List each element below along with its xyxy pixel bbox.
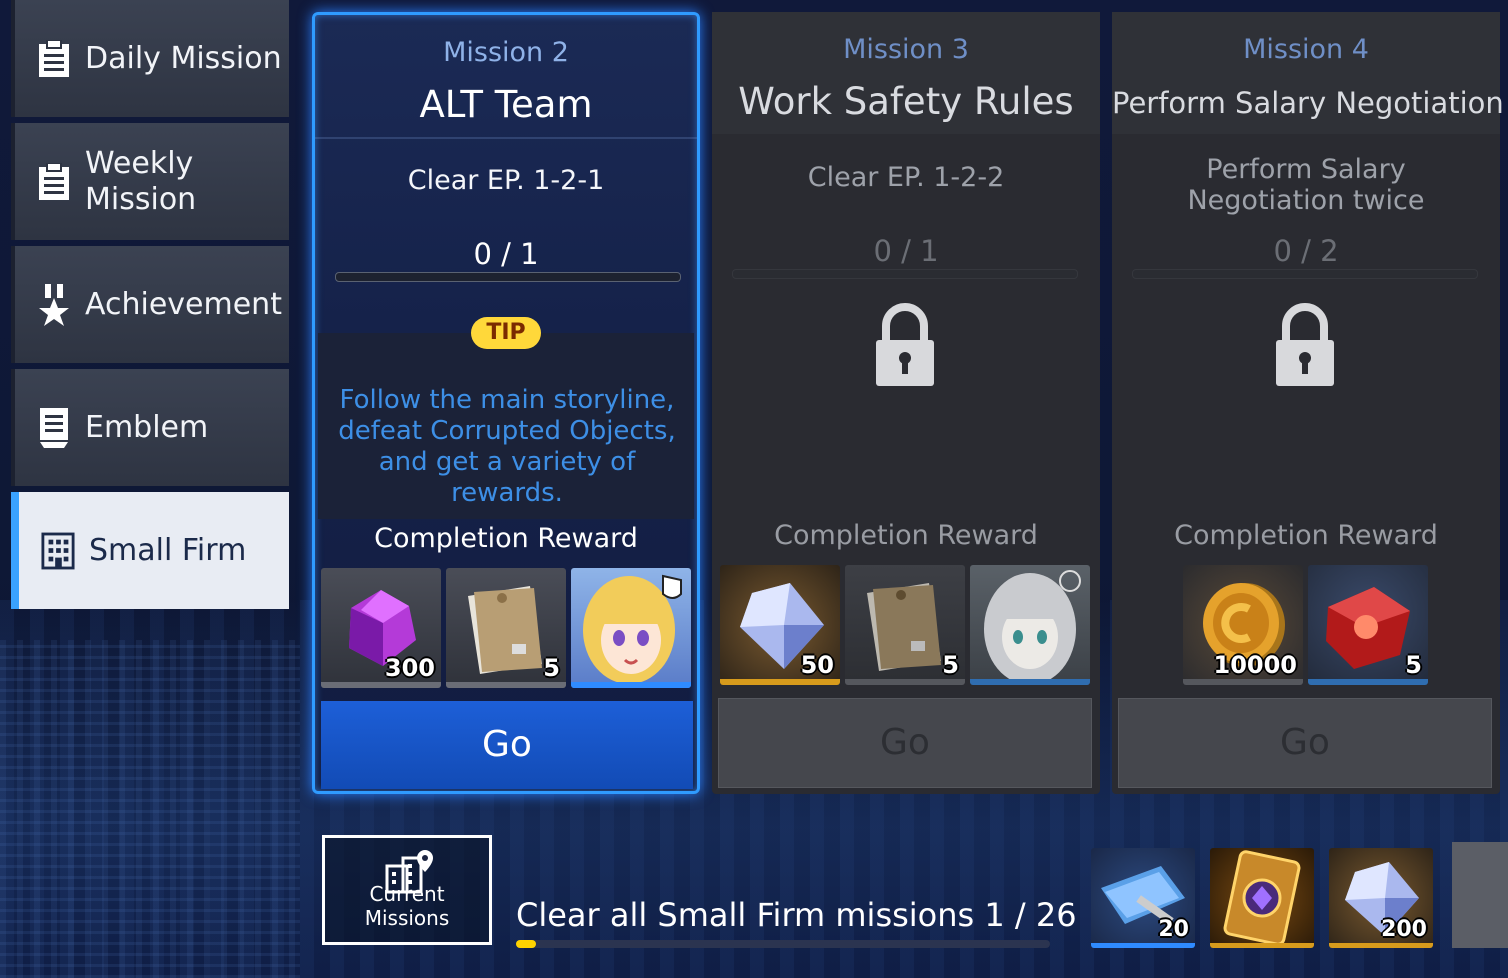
reward-quantity: 5 xyxy=(942,651,959,679)
mission-header: Mission 4 Perform Salary Negotiation xyxy=(1112,12,1504,134)
completion-reward-title: Completion Reward xyxy=(1174,520,1438,551)
reward-quantity: 5 xyxy=(543,654,560,682)
reward-item[interactable] xyxy=(970,565,1090,685)
emblem-icon xyxy=(37,407,71,448)
sidebar-item-label: Achievement xyxy=(85,286,282,322)
rarity-edge xyxy=(970,679,1090,685)
rarity-edge xyxy=(446,682,566,688)
progress-bar xyxy=(732,269,1078,279)
mission-progress: 0 / 1 xyxy=(473,237,539,271)
reward-item[interactable]: 5 xyxy=(446,568,566,688)
mission-progress: 0 / 2 xyxy=(1273,234,1339,268)
mission-progress: 0 / 1 xyxy=(873,234,939,268)
go-button[interactable]: Go xyxy=(1118,698,1492,788)
go-button[interactable]: Go xyxy=(718,698,1092,788)
rarity-edge xyxy=(1210,943,1314,948)
final-reward-item[interactable]: 200 xyxy=(1329,848,1433,948)
character-portrait-silver xyxy=(984,570,1081,685)
reward-quantity: 10000 xyxy=(1213,651,1298,679)
reward-quantity: 20 xyxy=(1158,917,1189,942)
reward-quantity: 300 xyxy=(384,654,435,682)
mission-header: Mission 2 ALT Team xyxy=(315,15,697,137)
building-icon xyxy=(41,531,75,571)
sidebar-item-label: Emblem xyxy=(85,409,209,445)
completion-reward-title: Completion Reward xyxy=(774,520,1038,551)
clear-all-progress-text: Clear all Small Firm missions 1 / 26 xyxy=(516,896,1077,934)
reward-quantity: 5 xyxy=(1405,651,1422,679)
mission-title: Perform Salary Negotiation xyxy=(1112,86,1504,120)
mission-goal: Clear EP. 1-2-1 xyxy=(407,165,605,196)
sidebar-item-label: Weekly Mission xyxy=(85,145,197,217)
tip-badge: TIP xyxy=(471,317,541,349)
lock-icon xyxy=(874,302,936,390)
divider xyxy=(315,137,697,139)
rarity-edge xyxy=(1308,679,1428,685)
final-reward-item[interactable] xyxy=(1210,848,1314,948)
reward-item[interactable]: 5 xyxy=(845,565,965,685)
rarity-edge xyxy=(321,682,441,688)
sidebar-item-label: Small Firm xyxy=(89,532,247,568)
mission-number: Mission 3 xyxy=(843,34,969,65)
reward-item[interactable]: 50 xyxy=(720,565,840,685)
completion-reward-title: Completion Reward xyxy=(374,523,638,554)
progress-bar xyxy=(335,272,681,282)
reward-item[interactable]: 10000 xyxy=(1183,565,1303,685)
final-reward-item[interactable]: 20 xyxy=(1091,848,1195,948)
sidebar-item-achievement[interactable]: Achievement xyxy=(11,246,289,363)
go-button[interactable]: Go xyxy=(321,701,693,789)
current-missions-label: Current Missions xyxy=(364,882,450,930)
mission-title: Work Safety Rules xyxy=(738,80,1074,123)
reward-list: 10000 5 xyxy=(1183,565,1428,687)
sidebar-item-emblem[interactable]: Emblem xyxy=(11,369,289,486)
mission-goal: Clear EP. 1-2-2 xyxy=(807,162,1005,193)
rarity-edge xyxy=(720,679,840,685)
rarity-edge xyxy=(571,682,691,688)
city-background-left xyxy=(0,640,300,978)
clipboard-icon xyxy=(37,39,71,79)
mission-number: Mission 2 xyxy=(443,37,569,68)
rarity-edge xyxy=(845,679,965,685)
rarity-edge xyxy=(1183,679,1303,685)
sidebar-item-label: Daily Mission xyxy=(85,40,282,76)
reward-item[interactable]: 300 xyxy=(321,568,441,688)
rarity-edge xyxy=(1091,943,1195,948)
progress-bar xyxy=(1132,269,1478,279)
current-missions-button[interactable]: Current Missions xyxy=(322,835,492,945)
tip-text: Follow the main storyline, defeat Corrup… xyxy=(338,385,676,508)
mission-goal: Perform Salary Negotiation twice xyxy=(1187,154,1425,216)
rarity-edge xyxy=(1329,943,1433,948)
lock-icon xyxy=(1274,302,1336,390)
reward-item[interactable] xyxy=(571,568,691,688)
next-reward-partial[interactable] xyxy=(1452,842,1508,948)
clear-all-progress-bar xyxy=(516,940,1050,948)
reward-list: 300 5 xyxy=(321,568,691,690)
mission-number: Mission 4 xyxy=(1243,34,1369,65)
reward-quantity: 200 xyxy=(1381,917,1427,942)
sidebar-item-weekly-mission[interactable]: Weekly Mission xyxy=(11,123,289,240)
mission-title: ALT Team xyxy=(419,83,593,126)
golden-card-icon xyxy=(1223,850,1301,946)
mission-card-4[interactable]: Mission 4 Perform Salary Negotiation Per… xyxy=(1112,12,1504,794)
medal-icon xyxy=(37,283,71,326)
sidebar-item-small-firm[interactable]: Small Firm xyxy=(11,492,289,609)
mission-card-3[interactable]: Mission 3 Work Safety Rules Clear EP. 1-… xyxy=(712,12,1100,794)
clear-all-progress-fill xyxy=(516,940,537,948)
reward-quantity: 50 xyxy=(800,651,834,679)
character-portrait-blonde xyxy=(583,574,682,684)
mission-header: Mission 3 Work Safety Rules xyxy=(712,12,1100,134)
reward-list: 50 5 xyxy=(720,565,1090,687)
clipboard-icon xyxy=(37,162,71,202)
sidebar-item-daily-mission[interactable]: Daily Mission xyxy=(11,0,289,117)
reward-item[interactable]: 5 xyxy=(1308,565,1428,685)
mission-card-2[interactable]: Mission 2 ALT Team Clear EP. 1-2-1 0 / 1… xyxy=(312,12,700,794)
